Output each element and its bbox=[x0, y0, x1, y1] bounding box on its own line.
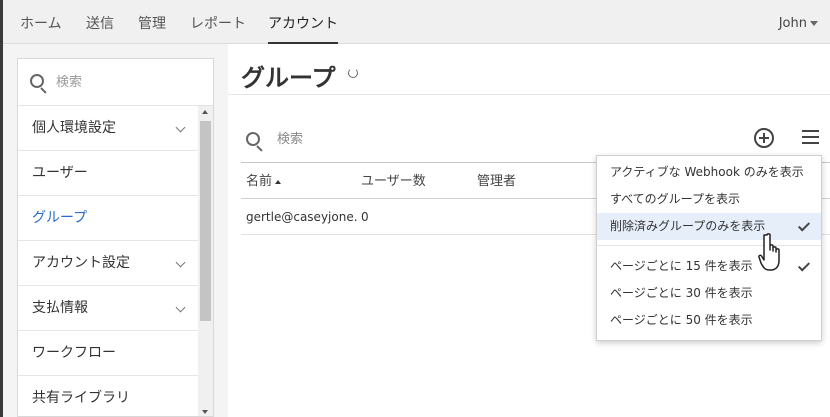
group-search-placeholder: 検索 bbox=[277, 132, 304, 147]
tab-manage[interactable]: 管理 bbox=[138, 0, 166, 44]
menu-item-label: アクティブな Webhook のみを表示 bbox=[610, 165, 804, 179]
cell-user-count: 0 bbox=[361, 210, 369, 224]
sidebar-item-billing[interactable]: 支払情報 bbox=[18, 286, 200, 331]
tab-reports[interactable]: レポート bbox=[190, 0, 246, 44]
cell-group-name: gertle@caseyjone... bbox=[246, 210, 358, 224]
menu-item-label: 削除済みグループのみを表示 bbox=[610, 219, 766, 233]
sidebar-item-label: ユーザー bbox=[32, 165, 88, 181]
sidebar-item-label: 共有ライブラリ bbox=[32, 390, 130, 406]
sidebar-item-label: グループ bbox=[32, 210, 88, 226]
menu-item-label: ページごとに 15 件を表示 bbox=[610, 259, 753, 273]
sidebar-item-label: アカウント設定 bbox=[32, 255, 130, 271]
tab-account[interactable]: アカウント bbox=[268, 0, 338, 44]
sidebar-item-personal-preferences[interactable]: 個人環境設定 bbox=[18, 106, 200, 151]
chevron-down-icon bbox=[175, 302, 186, 313]
menu-item-label: すべてのグループを表示 bbox=[610, 192, 740, 206]
group-search[interactable]: 検索 bbox=[241, 124, 571, 154]
sidebar-item-workflows[interactable]: ワークフロー bbox=[18, 331, 200, 376]
sidebar-search[interactable]: 検索 bbox=[18, 59, 213, 106]
window-edge bbox=[0, 0, 3, 44]
sidebar-item-account-settings[interactable]: アカウント設定 bbox=[18, 241, 200, 286]
top-navigation: ホーム 送信 管理 レポート アカウント John bbox=[0, 0, 830, 44]
column-header-label: 名前 bbox=[246, 174, 273, 189]
caret-down-icon bbox=[810, 21, 818, 26]
menu-item-50-per-page[interactable]: ページごとに 50 件を表示 bbox=[597, 307, 821, 334]
refresh-icon[interactable] bbox=[348, 68, 358, 78]
add-group-icon[interactable] bbox=[754, 128, 774, 148]
page-title: グループ bbox=[241, 64, 336, 92]
user-name: John bbox=[778, 16, 807, 31]
divider bbox=[228, 94, 830, 95]
scroll-down-arrow-icon[interactable] bbox=[202, 410, 208, 414]
sidebar-search-placeholder: 検索 bbox=[56, 75, 83, 90]
sidebar-item-users[interactable]: ユーザー bbox=[18, 151, 200, 196]
menu-item-show-all-groups[interactable]: すべてのグループを表示 bbox=[597, 186, 821, 213]
window-edge-left bbox=[0, 44, 3, 417]
sidebar-item-label: 個人環境設定 bbox=[32, 120, 116, 136]
hand-pointer-cursor-icon bbox=[758, 233, 780, 271]
checkmark-icon bbox=[797, 219, 811, 232]
sort-ascending-icon bbox=[275, 179, 282, 184]
sidebar-scrollbar[interactable] bbox=[198, 106, 213, 416]
checkmark-icon bbox=[797, 259, 811, 272]
sidebar-item-shared-library[interactable]: 共有ライブラリ bbox=[18, 376, 200, 416]
sidebar-item-label: ワークフロー bbox=[32, 345, 116, 361]
hamburger-menu-icon[interactable] bbox=[802, 130, 819, 144]
tab-send[interactable]: 送信 bbox=[86, 0, 114, 44]
sidebar: 検索 個人環境設定 ユーザー グループ アカウント設定 支払情報 ワークフロー … bbox=[17, 58, 214, 417]
chevron-down-icon bbox=[175, 122, 186, 133]
chevron-down-icon bbox=[175, 257, 186, 268]
column-header-admin[interactable]: 管理者 bbox=[477, 163, 516, 200]
sidebar-item-label: 支払情報 bbox=[32, 300, 88, 316]
menu-item-label: ページごとに 50 件を表示 bbox=[610, 313, 753, 327]
user-menu[interactable]: John bbox=[779, 0, 818, 44]
column-header-name[interactable]: 名前 bbox=[246, 163, 282, 200]
menu-item-30-per-page[interactable]: ページごとに 30 件を表示 bbox=[597, 280, 821, 307]
sidebar-item-groups[interactable]: グループ bbox=[18, 196, 200, 241]
tab-home[interactable]: ホーム bbox=[20, 0, 62, 44]
scrollbar-thumb[interactable] bbox=[200, 121, 211, 321]
menu-item-label: ページごとに 30 件を表示 bbox=[610, 286, 753, 300]
column-header-users[interactable]: ユーザー数 bbox=[361, 163, 426, 200]
menu-item-show-active-webhooks[interactable]: アクティブな Webhook のみを表示 bbox=[597, 159, 821, 186]
scroll-up-arrow-icon[interactable] bbox=[202, 110, 208, 114]
